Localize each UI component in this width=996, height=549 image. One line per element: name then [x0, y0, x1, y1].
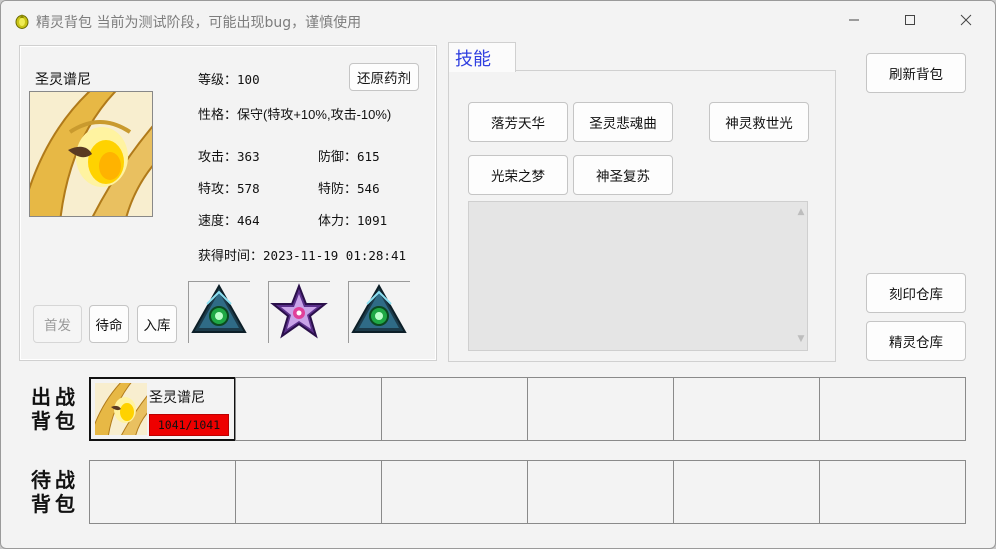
- defense-label: 防御：: [318, 149, 358, 164]
- mark-slot-1[interactable]: [188, 281, 250, 343]
- obtained-time-stat: 获得时间：2023-11-19 01:28:41: [198, 245, 406, 264]
- hp-stat: 体力：1091: [318, 210, 387, 229]
- close-icon: [960, 14, 972, 26]
- battle-slot-3[interactable]: [381, 377, 528, 441]
- pet-portrait: [29, 91, 153, 217]
- title-bar: 精灵背包 当前为测试阶段，可能出现bug，谨慎使用: [1, 1, 995, 39]
- attack-label: 攻击：: [198, 149, 238, 164]
- standby-slot-1[interactable]: [89, 460, 236, 524]
- attack-stat: 攻击：363: [198, 146, 260, 165]
- battle-bag-label-line1: 出战: [31, 385, 79, 409]
- level-value: 100: [237, 72, 260, 87]
- imprint-storage-button[interactable]: 刻印仓库: [866, 273, 966, 313]
- sp-attack-label: 特攻：: [198, 181, 238, 196]
- battle-slot-5[interactable]: [673, 377, 820, 441]
- pet-bag-window: 精灵背包 当前为测试阶段，可能出现bug，谨慎使用 圣灵谱尼 等级：100 还原…: [0, 0, 996, 549]
- standby-slot-6[interactable]: [819, 460, 966, 524]
- sp-attack-stat: 特攻：578: [198, 178, 260, 197]
- first-button[interactable]: 首发: [33, 305, 82, 343]
- standby-bag-label-line2: 背包: [31, 492, 79, 516]
- skill-button-1[interactable]: 落芳天华: [468, 102, 568, 142]
- standby-bag-label-line1: 待战: [31, 468, 79, 492]
- level-stat: 等级：100: [198, 69, 260, 88]
- battle-slot-4[interactable]: [527, 377, 674, 441]
- slot-hp-bar: 1041/1041: [149, 414, 229, 436]
- minimize-button[interactable]: [831, 1, 877, 39]
- pet-thumbnail-image: [95, 383, 147, 435]
- sp-defense-value: 546: [357, 181, 380, 196]
- app-icon: [15, 14, 29, 29]
- minimize-icon: [849, 19, 859, 21]
- defense-value: 615: [357, 149, 380, 164]
- scroll-up-icon[interactable]: ▲: [796, 207, 806, 217]
- defense-stat: 防御：615: [318, 146, 380, 165]
- store-button[interactable]: 入库: [137, 305, 177, 343]
- restore-potion-button[interactable]: 还原药剂: [349, 63, 419, 91]
- standby-slot-3[interactable]: [381, 460, 528, 524]
- maximize-icon: [905, 15, 915, 25]
- speed-stat: 速度：464: [198, 210, 260, 229]
- hp-value: 1091: [357, 213, 388, 228]
- purple-mark-icon: [270, 283, 328, 339]
- sp-defense-label: 特防：: [318, 181, 358, 196]
- attack-value: 363: [237, 149, 260, 164]
- battle-slot-1[interactable]: 圣灵谱尼 1041/1041: [89, 377, 236, 441]
- pet-name: 圣灵谱尼: [35, 72, 91, 88]
- standby-slot-2[interactable]: [235, 460, 382, 524]
- skill-description-box[interactable]: ▲ ▼: [468, 201, 808, 351]
- refresh-bag-button[interactable]: 刷新背包: [866, 53, 966, 93]
- green-mark-icon: [191, 283, 247, 333]
- standby-button[interactable]: 待命: [89, 305, 129, 343]
- battle-slot-6[interactable]: [819, 377, 966, 441]
- scroll-down-icon[interactable]: ▼: [796, 334, 806, 344]
- pet-storage-button[interactable]: 精灵仓库: [866, 321, 966, 361]
- mark-slot-3[interactable]: [348, 281, 410, 343]
- sp-defense-stat: 特防：546: [318, 178, 380, 197]
- battle-slot-2[interactable]: [235, 377, 382, 441]
- battle-bag-label: 出战 背包: [27, 385, 83, 433]
- skill-button-5[interactable]: 神圣复苏: [573, 155, 673, 195]
- sp-attack-value: 578: [237, 181, 260, 196]
- speed-label: 速度：: [198, 213, 238, 228]
- hp-label: 体力：: [318, 213, 358, 228]
- mark-slot-2[interactable]: [268, 281, 330, 343]
- standby-bag-label: 待战 背包: [27, 468, 83, 516]
- pet-portrait-image: [30, 92, 152, 216]
- speed-value: 464: [237, 213, 260, 228]
- slot-pet-thumbnail: [95, 383, 147, 435]
- nature-label: 性格：: [198, 107, 238, 122]
- obtained-value: 2023-11-19 01:28:41: [263, 248, 407, 263]
- skill-button-2[interactable]: 圣灵悲魂曲: [573, 102, 673, 142]
- green-mark-icon: [351, 283, 407, 333]
- window-title: 精灵背包 当前为测试阶段，可能出现bug，谨慎使用: [36, 15, 362, 31]
- obtained-label: 获得时间：: [198, 248, 264, 263]
- slot-pet-name: 圣灵谱尼: [149, 390, 205, 406]
- maximize-button[interactable]: [887, 1, 933, 39]
- level-label: 等级：: [198, 72, 238, 87]
- nature-value: 保守(特攻+10%,攻击-10%): [237, 107, 392, 122]
- nature-stat: 性格：保守(特攻+10%,攻击-10%): [198, 104, 391, 123]
- tab-skills[interactable]: 技能: [448, 42, 516, 72]
- skill-button-3[interactable]: 神灵救世光: [709, 102, 809, 142]
- skill-button-4[interactable]: 光荣之梦: [468, 155, 568, 195]
- close-button[interactable]: [943, 1, 989, 39]
- standby-slot-4[interactable]: [527, 460, 674, 524]
- battle-bag-label-line2: 背包: [31, 409, 79, 433]
- standby-slot-5[interactable]: [673, 460, 820, 524]
